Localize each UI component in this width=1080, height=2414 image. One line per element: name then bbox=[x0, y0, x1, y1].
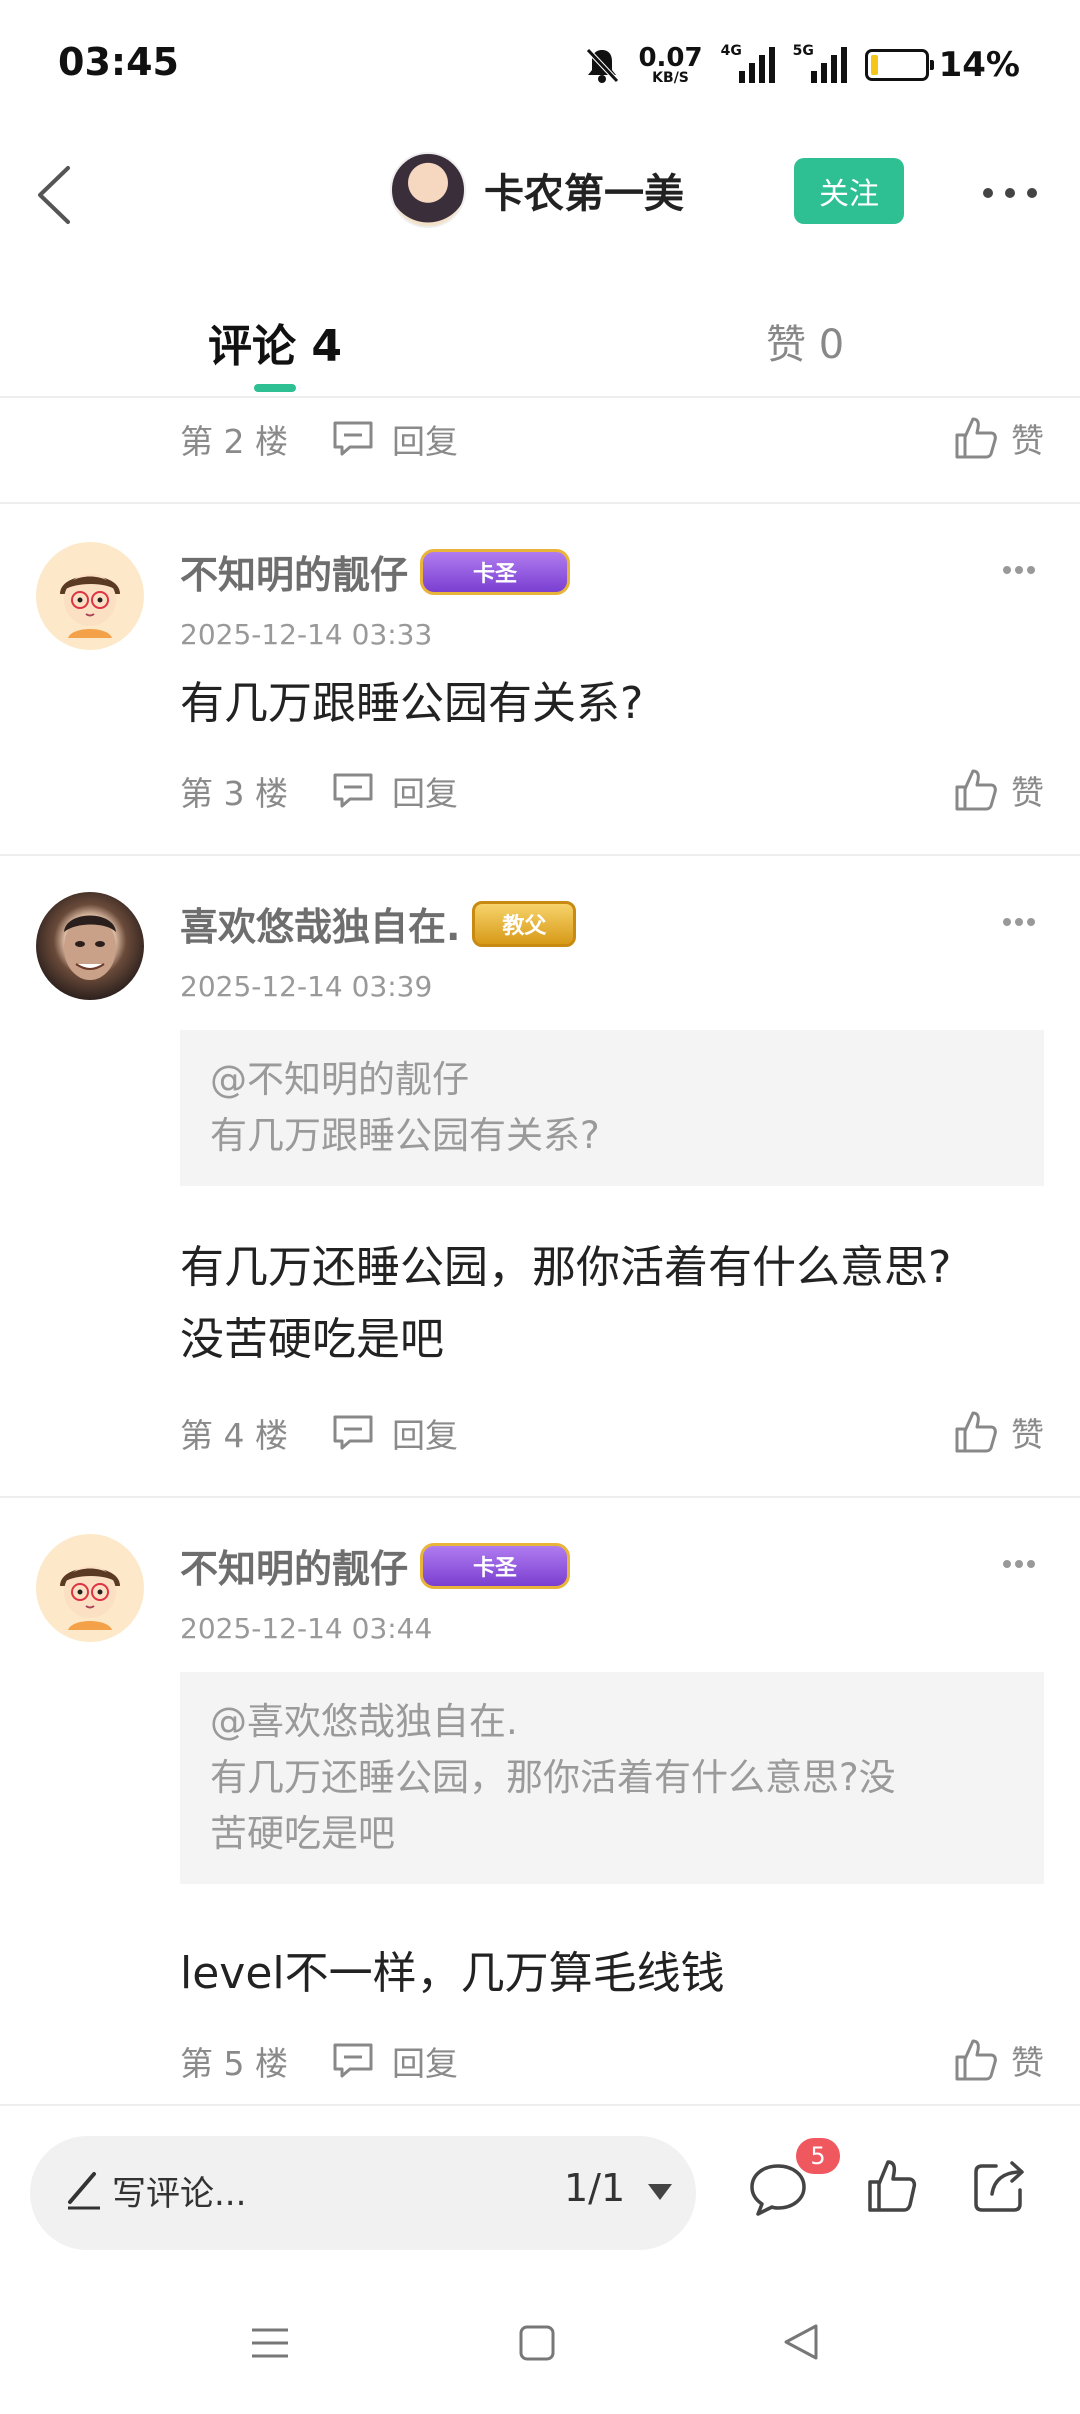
reply-button[interactable]: 回复 bbox=[330, 767, 458, 815]
username[interactable]: 不知明的靓仔 bbox=[180, 544, 408, 599]
author-avatar[interactable] bbox=[390, 152, 466, 228]
comment-more-icon[interactable] bbox=[1002, 564, 1036, 576]
floor-number: 第 3 楼 bbox=[180, 774, 288, 813]
share-icon[interactable] bbox=[970, 2158, 1028, 2216]
page-indicator[interactable]: 1/1 bbox=[564, 2166, 625, 2210]
back-triangle-icon[interactable] bbox=[782, 2322, 820, 2362]
thumbs-up-icon[interactable] bbox=[866, 2158, 918, 2214]
comment-footer: 第 5 楼 回复 赞 bbox=[180, 2036, 1050, 2086]
status-icons: 0.07 KB/S 4G 5G 14% bbox=[584, 40, 1020, 90]
like-button[interactable]: 赞 bbox=[953, 2036, 1044, 2084]
signal-icon: 4G bbox=[721, 43, 775, 83]
user-rank-badge: 卡圣 bbox=[420, 1542, 571, 1589]
follow-button[interactable]: 关注 bbox=[794, 158, 904, 224]
quoted-text: 苦硬吃是吧 bbox=[210, 1812, 395, 1855]
avatar[interactable] bbox=[36, 542, 144, 650]
comment-placeholder: 写评论... bbox=[112, 2174, 247, 2214]
bottom-action-bar: 写评论... 1/1 5 bbox=[0, 2104, 1080, 2264]
reply-icon bbox=[333, 1415, 373, 1450]
quoted-text: 有几万跟睡公园有关系? bbox=[210, 1114, 600, 1157]
comment-timestamp: 2025-12-14 03:39 bbox=[180, 970, 433, 1003]
reply-icon bbox=[333, 421, 373, 456]
more-options-icon[interactable] bbox=[980, 180, 1040, 206]
battery-icon: 14% bbox=[864, 45, 1020, 85]
comment-footer: 第 3 楼 回复 赞 bbox=[180, 766, 1050, 816]
floor-number: 第 4 楼 bbox=[180, 1416, 288, 1455]
like-button[interactable]: 赞 bbox=[953, 1408, 1044, 1456]
user-rank-badge: 教父 bbox=[472, 900, 577, 947]
write-comment-input[interactable]: 写评论... 1/1 bbox=[30, 2136, 696, 2250]
status-time: 03:45 bbox=[58, 40, 179, 84]
reply-button[interactable]: 回复 bbox=[330, 2037, 458, 2085]
username[interactable]: 不知明的靓仔 bbox=[180, 1538, 408, 1593]
comment-text: 有几万跟睡公园有关系? bbox=[180, 678, 644, 729]
battery-fill bbox=[870, 55, 878, 75]
reply-icon bbox=[333, 2043, 373, 2078]
username[interactable]: 喜欢悠哉独自在. bbox=[180, 896, 460, 951]
network-speed: 0.07 KB/S bbox=[638, 43, 703, 86]
mute-bell-icon bbox=[586, 48, 620, 83]
author-name[interactable]: 卡农第一美 bbox=[484, 161, 684, 219]
signal-icon: 5G bbox=[793, 43, 847, 83]
recent-apps-icon[interactable] bbox=[250, 2326, 290, 2360]
reply-button[interactable]: 回复 bbox=[330, 415, 458, 463]
comment-user[interactable]: 不知明的靓仔 卡圣 bbox=[180, 1538, 571, 1593]
floor-number: 第 2 楼 bbox=[180, 422, 288, 461]
quoted-comment[interactable]: @不知明的靓仔 有几万跟睡公园有关系? bbox=[180, 1030, 1044, 1186]
comment-more-icon[interactable] bbox=[1002, 916, 1036, 928]
quoted-comment[interactable]: @喜欢悠哉独自在. 有几万还睡公园，那你活着有什么意思?没 苦硬吃是吧 bbox=[180, 1672, 1044, 1884]
tab-bar: 评论 4 赞 0 bbox=[0, 260, 1080, 398]
comment-bubble-icon[interactable] bbox=[748, 2160, 808, 2220]
tab-comments[interactable]: 评论 4 bbox=[208, 310, 342, 374]
caret-down-icon[interactable] bbox=[648, 2184, 672, 2200]
avatar[interactable] bbox=[36, 892, 144, 1000]
comment-timestamp: 2025-12-14 03:33 bbox=[180, 618, 433, 651]
reply-button[interactable]: 回复 bbox=[330, 1409, 458, 1457]
comment-user[interactable]: 喜欢悠哉独自在. 教父 bbox=[180, 896, 577, 951]
comment-more-icon[interactable] bbox=[1002, 1558, 1036, 1570]
back-arrow-icon[interactable] bbox=[28, 162, 88, 228]
like-button[interactable]: 赞 bbox=[953, 414, 1044, 462]
comment-count-badge: 5 bbox=[796, 2138, 840, 2174]
comment-footer: 第 4 楼 回复 赞 bbox=[180, 1408, 1050, 1458]
pen-icon bbox=[68, 2172, 100, 2210]
post-author[interactable]: 卡农第一美 bbox=[390, 152, 684, 228]
comment-text: 有几万还睡公园，那你活着有什么意思? 没苦硬吃是吧 bbox=[180, 1242, 952, 1365]
floor-number: 第 5 楼 bbox=[180, 2044, 288, 2083]
thumbs-up-icon bbox=[955, 2039, 997, 2081]
system-nav-bar bbox=[0, 2264, 1080, 2414]
top-header: 卡农第一美 关注 bbox=[0, 130, 1080, 260]
thumbs-up-icon bbox=[955, 417, 997, 459]
quoted-user: @不知明的靓仔 bbox=[210, 1058, 469, 1101]
thumbs-up-icon bbox=[955, 769, 997, 811]
user-rank-badge: 卡圣 bbox=[420, 548, 571, 595]
reply-icon bbox=[333, 773, 373, 808]
tab-likes[interactable]: 赞 0 bbox=[766, 312, 844, 370]
comment-timestamp: 2025-12-14 03:44 bbox=[180, 1612, 433, 1645]
quoted-user: @喜欢悠哉独自在. bbox=[210, 1700, 518, 1743]
like-button[interactable]: 赞 bbox=[953, 766, 1044, 814]
home-icon[interactable] bbox=[518, 2324, 556, 2362]
quoted-text: 有几万还睡公园，那你活着有什么意思?没 bbox=[210, 1756, 896, 1799]
status-bar: 03:45 0.07 KB/S 4G 5G 14% bbox=[0, 0, 1080, 130]
comment-user[interactable]: 不知明的靓仔 卡圣 bbox=[180, 544, 571, 599]
divider bbox=[0, 502, 1080, 504]
thumbs-up-icon bbox=[955, 1411, 997, 1453]
divider bbox=[0, 854, 1080, 856]
active-tab-indicator bbox=[254, 384, 296, 392]
divider bbox=[0, 1496, 1080, 1498]
avatar[interactable] bbox=[36, 1534, 144, 1642]
comment-footer: 第 2 楼 回复 赞 bbox=[180, 414, 1050, 464]
comment-text: level不一样，几万算毛线钱 bbox=[180, 1948, 725, 1999]
